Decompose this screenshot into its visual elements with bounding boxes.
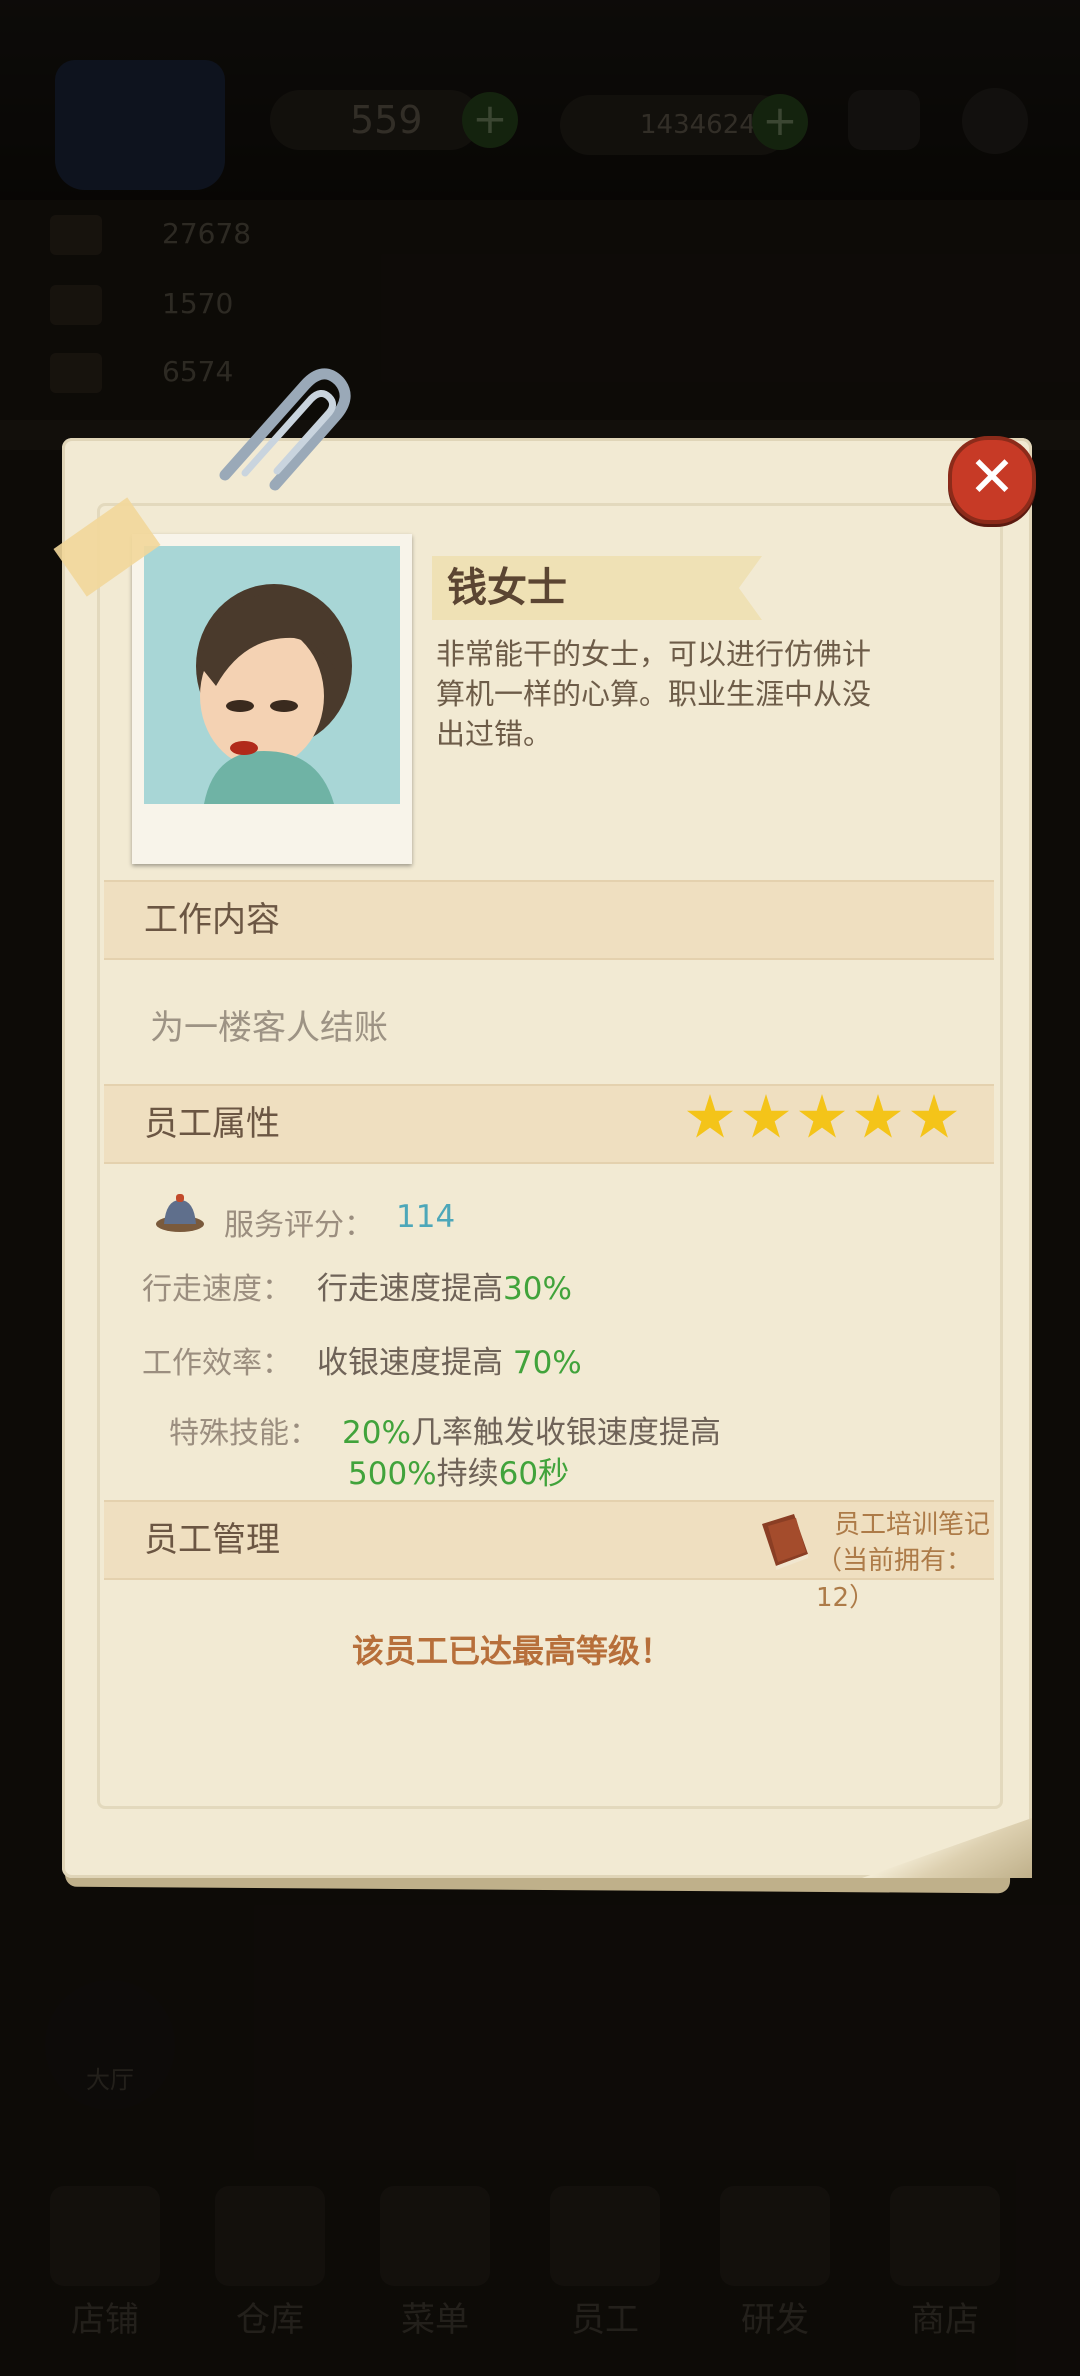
attributes-section-title: 员工属性 <box>144 1104 280 1144</box>
employee-portrait <box>144 546 400 804</box>
close-button[interactable]: ✕ <box>948 436 1036 524</box>
training-notes-book-icon[interactable] <box>754 1510 814 1570</box>
star-icon <box>910 1094 958 1138</box>
employee-photo: 解雇 <box>132 534 412 958</box>
skill-label: 特殊技能： <box>169 1416 319 1451</box>
star-icon <box>686 1094 734 1138</box>
star-icon <box>854 1094 902 1138</box>
walk-label: 行走速度： <box>142 1272 292 1307</box>
service-value: 114 <box>396 1199 456 1235</box>
paperclip-icon <box>219 368 351 491</box>
employee-name: 钱女士 <box>447 565 567 611</box>
walk-value: 行走速度提高30% <box>317 1271 572 1307</box>
skill-line-2: 500%持续60秒 <box>348 1456 570 1492</box>
star-icon <box>798 1094 846 1138</box>
work-content: 为一楼客人结账 <box>150 1008 388 1048</box>
training-notes-title: 员工培训笔记 <box>834 1510 991 1540</box>
employee-card: 解雇 钱女士 非常能干的女士，可以进行仿佛计算机一样的心算。职业生涯中从没出过错… <box>53 438 1032 1878</box>
section-management: 员工管理 员工培训笔记 （当前拥有：12） <box>104 1500 994 1613</box>
employee-description: 非常能干的女士，可以进行仿佛计算机一样的心算。职业生涯中从没出过错。 <box>436 637 872 751</box>
section-work: 工作内容 <box>104 880 994 960</box>
close-icon: ✕ <box>968 445 1016 510</box>
service-hat-icon <box>156 1194 204 1232</box>
skill-line-1: 20%几率触发收银速度提高 <box>342 1415 721 1451</box>
service-label: 服务评分： <box>224 1208 374 1243</box>
star-rating <box>678 1094 958 1146</box>
management-section-title: 员工管理 <box>144 1520 280 1560</box>
efficiency-label: 工作效率： <box>142 1346 292 1381</box>
star-icon <box>742 1094 790 1138</box>
section-attributes: 员工属性 <box>104 1084 994 1164</box>
page-curl <box>862 1818 1032 1878</box>
training-notes-owned: （当前拥有：12） <box>816 1546 973 1613</box>
efficiency-value: 收银速度提高 70% <box>317 1345 582 1381</box>
work-section-title: 工作内容 <box>144 900 280 940</box>
max-level-message: 该员工已达最高等级！ <box>351 1632 672 1670</box>
